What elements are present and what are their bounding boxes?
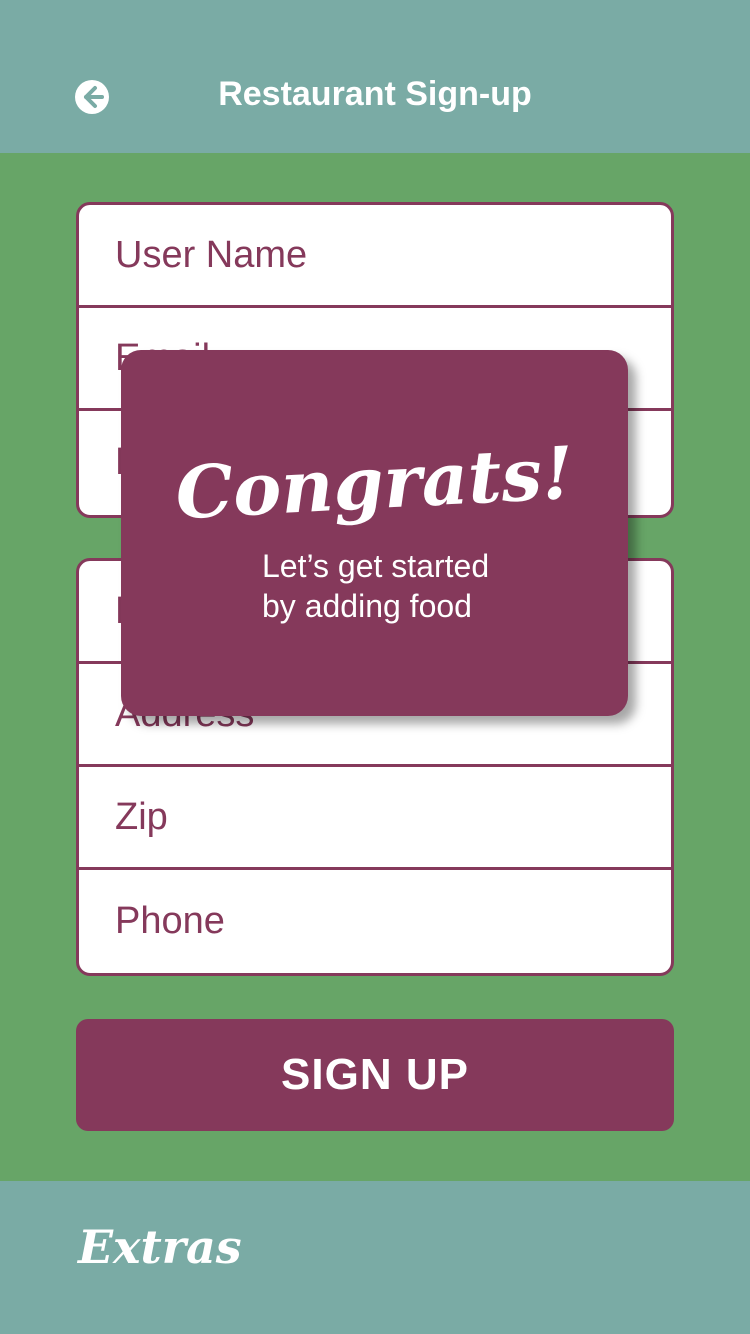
modal-message-line-2: by adding food xyxy=(262,588,472,624)
footer-brand-logo: Extras xyxy=(78,1220,242,1274)
user-name-field-row xyxy=(79,205,671,308)
sign-up-button[interactable]: SIGN UP xyxy=(76,1019,674,1131)
congrats-modal[interactable]: Congrats! Let’s get started by adding fo… xyxy=(121,350,628,716)
page-title: Restaurant Sign-up xyxy=(218,75,532,113)
modal-title: Congrats! xyxy=(173,429,576,536)
user-name-input[interactable] xyxy=(79,205,671,305)
zip-input[interactable] xyxy=(79,767,671,867)
zip-field-row xyxy=(79,767,671,870)
modal-message-line-1: Let’s get started xyxy=(262,548,490,584)
phone-field-row xyxy=(79,870,671,973)
phone-input[interactable] xyxy=(79,870,671,973)
modal-message: Let’s get started by adding food xyxy=(262,546,489,626)
